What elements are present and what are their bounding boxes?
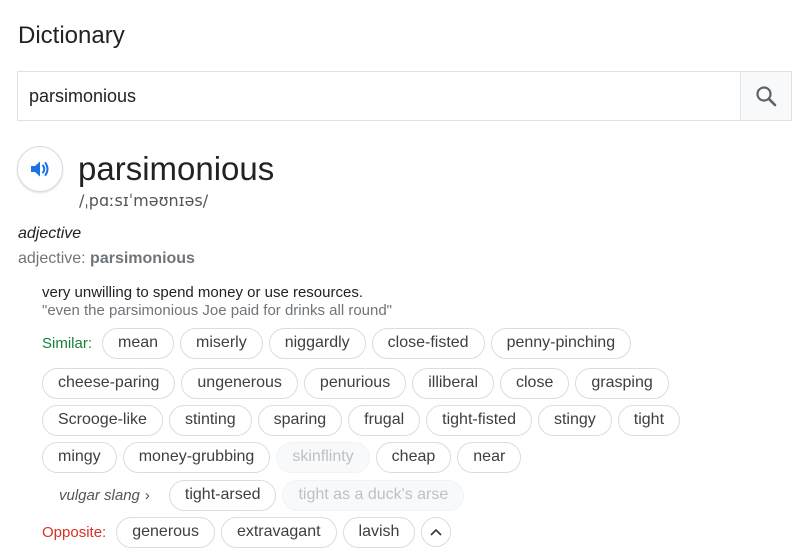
- synonym-chip[interactable]: cheap: [375, 441, 452, 473]
- similar-row-4: mingy money-grubbing skinflinty cheap ne…: [42, 441, 527, 473]
- antonym-chip[interactable]: generous: [116, 516, 215, 548]
- vulgar-slang-label: vulgar slang: [59, 486, 140, 504]
- chevron-up-icon: [431, 529, 442, 536]
- pronunciation-button[interactable]: [17, 146, 63, 192]
- synonym-chip[interactable]: near: [457, 441, 522, 473]
- synonym-chip[interactable]: mingy: [42, 441, 117, 473]
- search-bar: [17, 71, 792, 121]
- synonym-chip[interactable]: sparing: [257, 404, 343, 436]
- synonym-chip[interactable]: close-fisted: [371, 327, 485, 359]
- synonym-chip-disabled: tight as a duck's arse: [282, 479, 465, 511]
- phonetic-spelling: /ˌpɑːsɪˈməʊnɪəs/: [79, 191, 209, 210]
- search-input[interactable]: [18, 72, 740, 120]
- synonym-chip[interactable]: Scrooge-like: [42, 404, 163, 436]
- synonym-chip[interactable]: tight-arsed: [168, 479, 277, 511]
- synonym-chip[interactable]: stinting: [168, 404, 252, 436]
- opposite-label: Opposite:: [42, 523, 107, 541]
- page-title: Dictionary: [18, 22, 125, 49]
- speaker-icon: [31, 161, 49, 177]
- similar-label: Similar:: [42, 334, 93, 352]
- synonym-chip[interactable]: illiberal: [412, 367, 494, 399]
- synonym-chip[interactable]: grasping: [575, 367, 669, 399]
- chevron-right-icon: ›: [144, 486, 150, 504]
- synonym-chip[interactable]: tight-fisted: [426, 404, 532, 436]
- synonym-chip[interactable]: cheese-paring: [42, 367, 176, 399]
- search-icon: [756, 86, 777, 107]
- part-of-speech: adjective: [18, 225, 82, 242]
- similar-row-3: Scrooge-like stinting sparing frugal tig…: [42, 404, 686, 436]
- synonym-chip-disabled: skinflinty: [276, 441, 370, 473]
- synonym-chip[interactable]: mean: [102, 327, 175, 359]
- pos-line: adjective: parsimonious: [18, 250, 195, 268]
- opposite-row: Opposite: generous extravagant lavish: [42, 516, 452, 548]
- definition: very unwilling to spend money or use res…: [42, 284, 363, 301]
- synonym-chip[interactable]: miserly: [180, 327, 263, 359]
- synonym-chip[interactable]: close: [500, 367, 570, 399]
- synonym-chip[interactable]: niggardly: [268, 327, 366, 359]
- vulgar-slang-row: vulgar slang › tight-arsed tight as a duc…: [42, 479, 470, 511]
- example-sentence: "even the parsimonious Joe paid for drin…: [42, 302, 393, 319]
- antonym-chip[interactable]: lavish: [342, 516, 416, 548]
- synonym-chip[interactable]: money-grubbing: [122, 441, 271, 473]
- similar-row-1: Similar: mean miserly niggardly close-fi…: [42, 327, 637, 359]
- vulgar-slang-toggle[interactable]: vulgar slang ›: [59, 487, 150, 504]
- collapse-button[interactable]: [421, 517, 452, 547]
- synonym-chip[interactable]: frugal: [348, 404, 421, 436]
- pos-prefix: adjective:: [18, 250, 91, 267]
- synonym-chip[interactable]: tight: [617, 404, 681, 436]
- dictionary-card: Dictionary parsimonious /ˌpɑːsɪˈməʊnɪəs/…: [0, 0, 807, 558]
- search-button[interactable]: [740, 72, 791, 120]
- headword: parsimonious: [78, 150, 275, 187]
- pos-word: parsimonious: [90, 250, 195, 267]
- antonym-chip[interactable]: extravagant: [220, 516, 337, 548]
- synonym-chip[interactable]: penny-pinching: [490, 327, 632, 359]
- synonym-chip[interactable]: penurious: [303, 367, 407, 399]
- synonym-chip[interactable]: stingy: [537, 404, 612, 436]
- similar-row-2: cheese-paring ungenerous penurious illib…: [42, 367, 675, 399]
- synonym-chip[interactable]: ungenerous: [181, 367, 298, 399]
